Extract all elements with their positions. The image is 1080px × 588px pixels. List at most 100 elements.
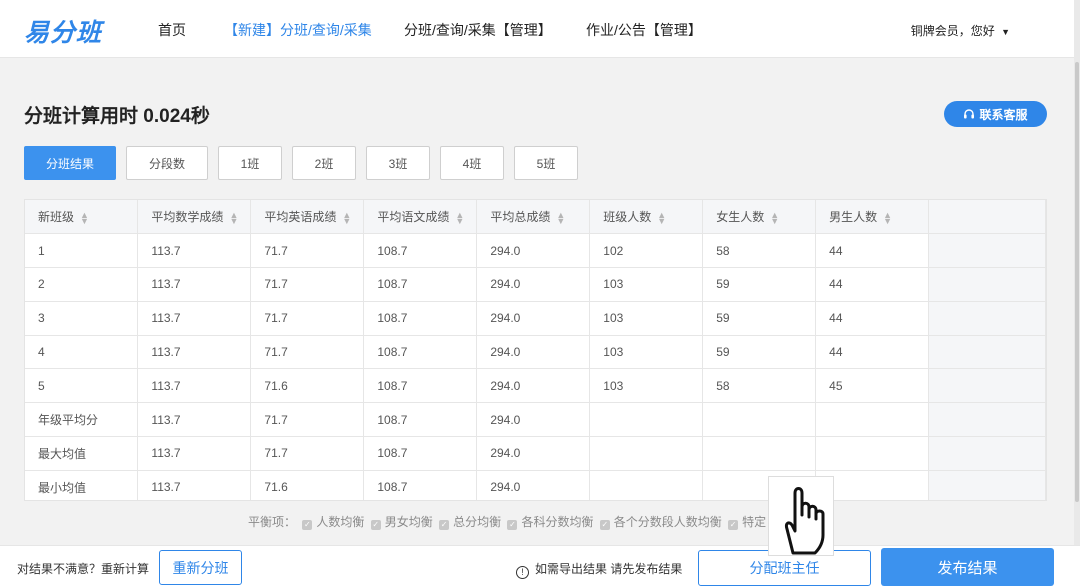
tab-class-1[interactable]: 1班 xyxy=(218,146,282,180)
sort-icon[interactable]: ▲ ▼ xyxy=(770,210,779,225)
table-cell xyxy=(589,436,704,471)
table-cell: 113.7 xyxy=(137,436,252,471)
table-cell xyxy=(589,470,704,500)
table-row: 年级平均分 113.7 71.7 108.7 294.0 xyxy=(25,402,1046,438)
sort-icon[interactable]: ▲ ▼ xyxy=(556,210,565,225)
sort-icon[interactable]: ▲ ▼ xyxy=(229,210,238,225)
column-header[interactable]: 平均英语成绩 ▲ ▼ xyxy=(250,200,365,235)
table-cell: 71.7 xyxy=(250,402,365,438)
nav-home[interactable]: 首页 xyxy=(158,20,186,40)
page-scrollbar[interactable] xyxy=(1074,0,1080,588)
table-cell xyxy=(702,436,817,471)
table-cell: 58 xyxy=(702,233,817,269)
tab-result[interactable]: 分班结果 xyxy=(24,146,116,180)
table-cell xyxy=(815,436,930,471)
page-title: 分班计算用时 0.024秒 xyxy=(24,106,210,127)
row-filler xyxy=(928,470,1046,500)
sort-icon[interactable]: ▲ ▼ xyxy=(883,210,892,225)
balance-checkbox-4[interactable]: ✓ xyxy=(507,520,518,530)
column-header-label: 平均英语成绩 xyxy=(264,210,337,225)
table-cell: 294.0 xyxy=(476,267,591,302)
table-cell: 71.7 xyxy=(250,335,365,370)
column-header[interactable]: 平均数学成绩 ▲ ▼ xyxy=(137,200,252,235)
column-header-label: 新班级 xyxy=(38,210,75,225)
balance-checkbox-1[interactable]: ✓ xyxy=(302,520,313,530)
site-logo[interactable]: 易分班 xyxy=(24,13,102,49)
user-menu[interactable]: 铜牌会员，您好 ▼ xyxy=(911,22,1010,39)
table-row: 1 113.7 71.7 108.7 294.0 102 58 44 xyxy=(25,233,1046,269)
table-cell: 108.7 xyxy=(363,402,478,438)
table-cell: 年级平均分 xyxy=(25,402,139,438)
table-cell: 294.0 xyxy=(476,301,591,336)
info-icon: ! xyxy=(516,566,529,579)
table-row: 5 113.7 71.6 108.7 294.0 103 58 45 xyxy=(25,368,1046,404)
table-cell: 5 xyxy=(25,368,139,404)
balance-item-5: 各个分数段人数均衡 xyxy=(613,515,722,529)
table-cell: 294.0 xyxy=(476,233,591,269)
row-filler xyxy=(928,402,1046,438)
tab-class-3[interactable]: 3班 xyxy=(366,146,430,180)
table-cell: 108.7 xyxy=(363,267,478,302)
contact-service-button[interactable]: 联系客服 xyxy=(944,101,1047,127)
table-cell xyxy=(702,402,817,438)
column-header[interactable]: 新班级 ▲ ▼ xyxy=(25,200,139,235)
balance-options: 平衡项： ✓ 人数均衡 ✓ 男女均衡 ✓ 总分均衡 ✓ 各科分数均衡 ✓ 各个分数段人数均… xyxy=(248,513,766,530)
table-row: 2 113.7 71.7 108.7 294.0 103 59 44 xyxy=(25,267,1046,302)
redo-split-button[interactable]: 重新分班 xyxy=(159,550,242,585)
sort-icon[interactable]: ▲ ▼ xyxy=(455,210,464,225)
sort-icon[interactable]: ▲ ▼ xyxy=(342,210,351,225)
nav-new-class-split[interactable]: 【新建】分班/查询/采集 xyxy=(224,20,372,40)
table-cell: 103 xyxy=(589,301,704,336)
row-filler xyxy=(928,436,1046,471)
table-cell: 113.7 xyxy=(137,267,252,302)
tab-class-2[interactable]: 2班 xyxy=(292,146,356,180)
table-cell: 294.0 xyxy=(476,470,591,500)
column-header[interactable]: 班级人数 ▲ ▼ xyxy=(589,200,704,235)
table-cell: 108.7 xyxy=(363,470,478,500)
balance-checkbox-5[interactable]: ✓ xyxy=(599,520,610,530)
column-header-label: 平均数学成绩 xyxy=(151,210,224,225)
tab-class-4[interactable]: 4班 xyxy=(440,146,504,180)
table-cell: 71.6 xyxy=(250,470,365,500)
table-cell: 59 xyxy=(702,335,817,370)
unsatisfied-text: 对结果不满意？重新计算 xyxy=(17,562,150,576)
row-filler xyxy=(928,335,1046,370)
export-note: ! 如需导出结果 请先发布结果 xyxy=(516,560,682,579)
balance-checkbox-2[interactable]: ✓ xyxy=(370,520,381,530)
scrollbar-thumb[interactable] xyxy=(1075,62,1079,502)
table-cell: 103 xyxy=(589,368,704,404)
balance-checkbox-3[interactable]: ✓ xyxy=(439,520,450,530)
top-navbar: 易分班 首页 【新建】分班/查询/采集 分班/查询/采集【管理】 作业/公告【管… xyxy=(0,0,1080,58)
table-cell: 103 xyxy=(589,335,704,370)
tab-segments[interactable]: 分段数 xyxy=(126,146,208,180)
sort-icon[interactable]: ▲ ▼ xyxy=(657,210,666,225)
table-cell: 最大均值 xyxy=(25,436,139,471)
table-cell: 113.7 xyxy=(137,470,252,500)
row-filler xyxy=(928,267,1046,302)
column-header[interactable]: 女生人数 ▲ ▼ xyxy=(702,200,817,235)
table-cell: 113.7 xyxy=(137,402,252,438)
export-note-text: 如需导出结果 请先发布结果 xyxy=(535,562,683,576)
sort-icon[interactable]: ▲ ▼ xyxy=(80,210,89,225)
nav-class-split-manage[interactable]: 分班/查询/采集【管理】 xyxy=(404,20,552,40)
user-greeting: 铜牌会员，您好 xyxy=(910,24,995,38)
table-cell: 71.7 xyxy=(250,301,365,336)
tab-class-5[interactable]: 5班 xyxy=(514,146,578,180)
column-header[interactable]: 男生人数 ▲ ▼ xyxy=(815,200,930,235)
publish-results-button[interactable]: 发布结果 xyxy=(881,548,1054,586)
nav-homework-manage[interactable]: 作业/公告【管理】 xyxy=(586,20,702,40)
table-cell: 108.7 xyxy=(363,335,478,370)
contact-service-label: 联系客服 xyxy=(979,107,1028,122)
column-header[interactable]: 平均语文成绩 ▲ ▼ xyxy=(363,200,478,235)
table-cell: 294.0 xyxy=(476,368,591,404)
table-cell xyxy=(589,402,704,438)
table-cell: 108.7 xyxy=(363,301,478,336)
caret-down-icon: ▼ xyxy=(1001,27,1010,37)
table-cell: 71.7 xyxy=(250,436,365,471)
table-cell: 1 xyxy=(25,233,139,269)
balance-checkbox-6[interactable]: ✓ xyxy=(728,520,739,530)
table-cell: 59 xyxy=(702,267,817,302)
table-cell: 2 xyxy=(25,267,139,302)
footer-bar: 对结果不满意？重新计算 重新分班 ! 如需导出结果 请先发布结果 分配班主任 发布… xyxy=(0,545,1080,588)
column-header[interactable]: 平均总成绩 ▲ ▼ xyxy=(476,200,591,235)
